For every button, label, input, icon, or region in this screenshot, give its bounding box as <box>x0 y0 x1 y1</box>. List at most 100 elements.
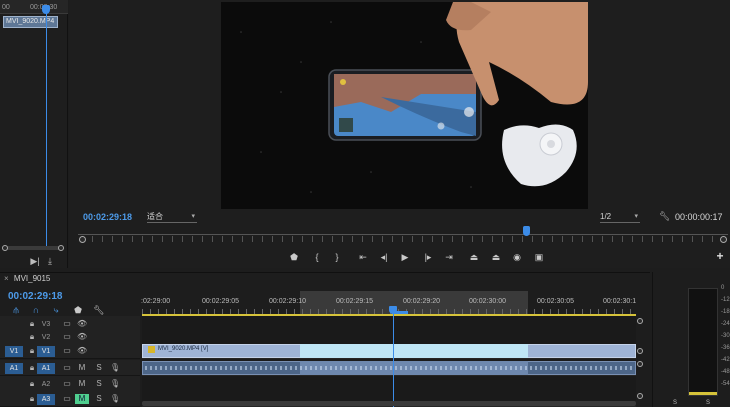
lock-icon[interactable]: 🔒︎ <box>27 379 37 389</box>
timeline-settings-icon[interactable]: 🔧︎ <box>93 305 105 315</box>
go-to-in-icon[interactable]: ⇤ <box>356 251 370 263</box>
step-forward-icon[interactable]: |▸ <box>421 251 435 263</box>
program-zoom-right-handle[interactable] <box>720 236 727 243</box>
program-zoom-left-handle[interactable] <box>79 236 86 243</box>
microphone-icon[interactable]: 🎙︎ <box>110 379 120 389</box>
step-back-icon[interactable]: ◂| <box>377 251 391 263</box>
sequence-name: MVI_9015 <box>13 274 51 283</box>
source-zoom-bar[interactable] <box>2 246 64 250</box>
eye-icon[interactable]: 👁︎ <box>77 346 87 356</box>
sync-lock-icon[interactable]: ▭ <box>62 379 72 389</box>
insert-sequence-icon[interactable]: ⤷ <box>50 305 62 315</box>
audio-scroll-bottom-handle[interactable] <box>637 393 643 399</box>
lock-icon[interactable]: 🔒︎ <box>27 346 37 356</box>
lift-icon[interactable]: ⏏ <box>467 251 481 263</box>
solo-button[interactable]: S <box>94 363 104 373</box>
insert-icon[interactable]: ▶| <box>30 256 40 266</box>
chevron-down-icon: ▾ <box>191 213 195 220</box>
export-frame-icon[interactable]: ◉ <box>510 251 524 263</box>
tab-sequence[interactable]: × MVI_9015 <box>4 274 50 283</box>
ruler-label: 00:02:29:10 <box>269 298 306 305</box>
close-icon[interactable]: × <box>4 274 9 283</box>
meter-scale-label: -54 <box>721 381 730 387</box>
audio-meter-level <box>689 392 717 395</box>
track-header-a3: 🔒︎ A3 ▭ M S 🎙︎ <box>0 391 140 407</box>
add-marker-icon[interactable]: ⬟ <box>72 305 84 315</box>
timeline-timecode[interactable]: 00:02:29:18 <box>8 291 62 302</box>
source-ruler-tick: 00 <box>2 4 10 11</box>
video-still <box>221 2 588 209</box>
extract-icon[interactable]: ⏏ <box>489 251 503 263</box>
lock-icon[interactable]: 🔒︎ <box>27 394 37 404</box>
sync-lock-icon[interactable]: ▭ <box>62 363 72 373</box>
fx-badge-icon <box>148 346 155 353</box>
linked-selection-icon[interactable]: ∩ <box>30 305 42 315</box>
meter-solo-right[interactable]: S <box>706 400 710 406</box>
fit-zoom-select[interactable]: 适合 ▾ <box>147 211 197 223</box>
source-clip-item[interactable]: MVI_9020.MP4 <box>3 16 58 28</box>
mark-out-icon[interactable]: } <box>330 251 344 263</box>
track-label[interactable]: A1 <box>37 363 55 374</box>
snap-icon[interactable]: ⫛ <box>10 305 22 315</box>
solo-button[interactable]: S <box>94 394 104 404</box>
sync-lock-icon[interactable]: ▭ <box>62 346 72 356</box>
compare-icon[interactable]: ▣ <box>532 251 546 263</box>
eye-icon[interactable]: 👁︎ <box>77 319 87 329</box>
mute-button-active[interactable]: M <box>75 394 89 404</box>
track-label[interactable]: A2 <box>37 379 55 390</box>
track-header-a2: 🔒︎ A2 ▭ M S 🎙︎ <box>0 376 140 392</box>
source-monitor-panel <box>0 0 68 268</box>
meter-scale-label: -24 <box>721 321 730 327</box>
source-patch-a1[interactable]: A1 <box>5 363 23 374</box>
source-playhead-line <box>46 6 47 250</box>
add-button[interactable]: + <box>714 250 726 262</box>
meter-scale-label: -42 <box>721 357 730 363</box>
video-clip-selected-range <box>300 344 528 358</box>
solo-button[interactable]: S <box>94 379 104 389</box>
microphone-icon[interactable]: 🎙︎ <box>110 363 120 373</box>
ruler-label: :02:29:00 <box>141 298 171 305</box>
eye-icon[interactable]: 👁︎ <box>77 332 87 342</box>
overwrite-icon[interactable]: ⤓ <box>45 256 55 266</box>
meter-scale-label: -30 <box>721 333 730 339</box>
lock-icon[interactable]: 🔒︎ <box>27 319 37 329</box>
program-timecode[interactable]: 00:02:29:18 <box>83 212 132 222</box>
timeline-horizontal-scrollbar[interactable] <box>142 401 636 406</box>
source-playhead-handle[interactable] <box>42 5 50 14</box>
program-scrub-ticks <box>82 236 722 242</box>
play-icon[interactable]: ▶ <box>398 251 412 263</box>
timeline-playhead-handle[interactable] <box>389 306 397 314</box>
go-to-out-icon[interactable]: ⇥ <box>442 251 456 263</box>
track-header-a1: A1 🔒︎ A1 ▭ M S 🎙︎ <box>0 360 140 376</box>
track-area-a2[interactable] <box>142 376 636 392</box>
lock-icon[interactable]: 🔒︎ <box>27 332 37 342</box>
settings-wrench-icon[interactable]: 🔧︎ <box>659 211 670 221</box>
premiere-workspace: 00 00:00:30 MVI_9020.MP4 ▶| ⤓ <box>0 0 730 407</box>
marker-icon[interactable]: ⬟ <box>287 251 301 263</box>
microphone-icon[interactable]: 🎙︎ <box>110 394 120 404</box>
sync-lock-icon[interactable]: ▭ <box>62 319 72 329</box>
audio-scroll-top-handle[interactable] <box>637 361 643 367</box>
source-patch-v1[interactable]: V1 <box>5 346 23 357</box>
video-scroll-top-handle[interactable] <box>637 318 643 324</box>
track-label[interactable]: V1 <box>37 346 55 357</box>
program-video-frame <box>221 2 588 209</box>
playback-resolution-select[interactable]: 1/2 ▾ <box>600 211 640 223</box>
mark-in-icon[interactable]: { <box>310 251 324 263</box>
mute-button[interactable]: M <box>77 363 87 373</box>
ruler-label: 00:02:30:00 <box>469 298 506 305</box>
lock-icon[interactable]: 🔒︎ <box>27 363 37 373</box>
sync-lock-icon[interactable]: ▭ <box>62 394 72 404</box>
source-zoom-left-handle[interactable] <box>2 245 8 251</box>
meter-solo-left[interactable]: S <box>673 400 677 406</box>
meter-scale-label: 0 <box>721 285 725 291</box>
video-scroll-bottom-handle[interactable] <box>637 348 643 354</box>
track-label[interactable]: A3 <box>37 394 55 405</box>
audio-meter <box>688 288 718 396</box>
meter-scale-label: -12 <box>721 297 730 303</box>
source-zoom-right-handle[interactable] <box>58 245 64 251</box>
sync-lock-icon[interactable]: ▭ <box>62 332 72 342</box>
track-label[interactable]: V2 <box>37 332 55 343</box>
program-playhead-handle[interactable] <box>523 226 530 236</box>
mute-button[interactable]: M <box>77 379 87 389</box>
